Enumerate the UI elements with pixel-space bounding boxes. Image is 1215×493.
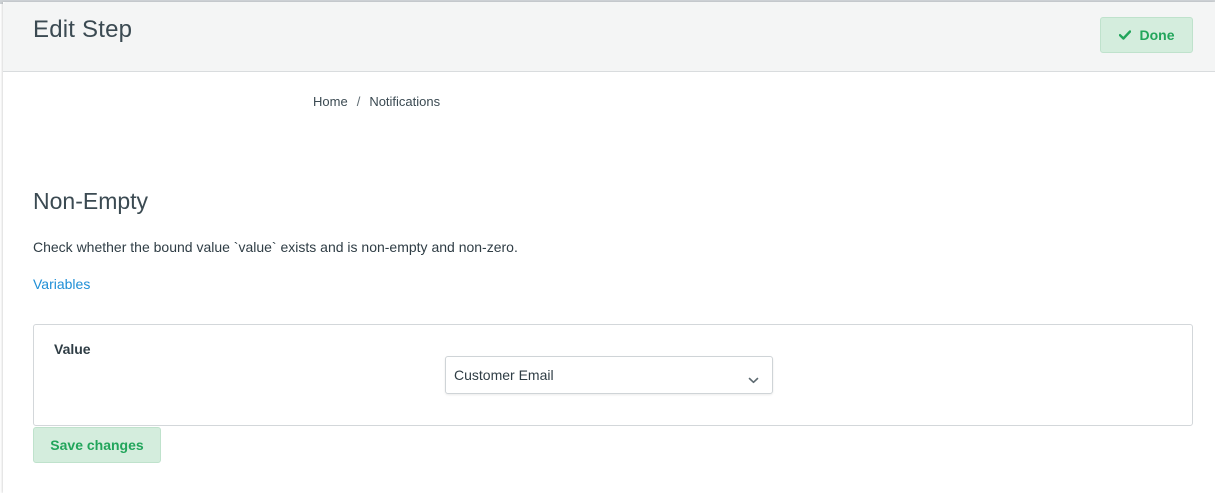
save-changes-button[interactable]: Save changes: [33, 427, 161, 463]
section-description: Check whether the bound value `value` ex…: [33, 239, 518, 255]
done-button[interactable]: Done: [1100, 17, 1193, 53]
checkmark-icon: [1118, 30, 1131, 40]
section-title: Non-Empty: [33, 188, 149, 214]
variables-link[interactable]: Variables: [33, 276, 90, 292]
modal-title: Edit Step: [33, 16, 133, 43]
value-select-current: Customer Email: [454, 367, 554, 383]
modal-header: Edit Step Done: [3, 2, 1215, 72]
breadcrumb-item-home[interactable]: Home: [313, 94, 348, 109]
breadcrumb: Home / Notifications: [313, 94, 440, 109]
value-select[interactable]: Customer Email: [445, 356, 773, 394]
edit-step-modal: Edit Step Done Home / Notifications Non-…: [3, 2, 1215, 493]
value-field-label: Value: [54, 341, 91, 357]
done-button-label: Done: [1139, 27, 1175, 43]
chevron-down-icon: [748, 371, 759, 389]
breadcrumb-separator: /: [356, 94, 361, 109]
save-changes-label: Save changes: [50, 437, 144, 453]
breadcrumb-item-notifications[interactable]: Notifications: [369, 94, 440, 109]
value-form-panel: Value Customer Email: [33, 324, 1193, 426]
